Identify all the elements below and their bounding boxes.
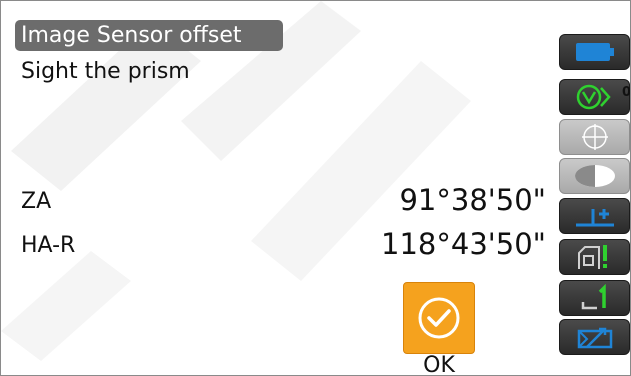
battery-icon [575,43,614,61]
ok-button[interactable] [403,282,475,354]
laser-plummet-icon [577,245,607,269]
check-circle-icon [418,297,460,339]
tilt-correction-icon [575,209,614,227]
target-mode-button[interactable] [559,119,630,155]
contrast-button[interactable] [559,158,630,194]
page-title: Image Sensor offset [15,20,283,51]
instruction-text: Sight the prism [21,59,190,84]
input-panel-button[interactable] [559,319,630,355]
crosshair-icon [581,124,608,150]
ha-r-label: HA-R [21,233,76,258]
tilt-button[interactable] [559,198,630,234]
battery-button[interactable] [559,34,630,70]
edm-mode-button[interactable] [559,280,630,316]
plummet-button[interactable] [559,239,630,275]
prism-button[interactable] [559,79,630,115]
prism-constant-value: 0 [622,85,631,100]
ha-r-value: 118°43'50" [381,227,546,261]
half-circle-icon [574,165,615,187]
ok-label: OK [423,353,455,376]
za-value: 91°38'50" [399,183,546,217]
input-panel-icon [577,327,612,349]
prism-target-icon [576,84,611,110]
instrument-screen: Image Sensor offset Sight the prism ZA 9… [0,0,631,376]
edm-mode-icon [581,284,606,310]
za-label: ZA [21,189,52,214]
